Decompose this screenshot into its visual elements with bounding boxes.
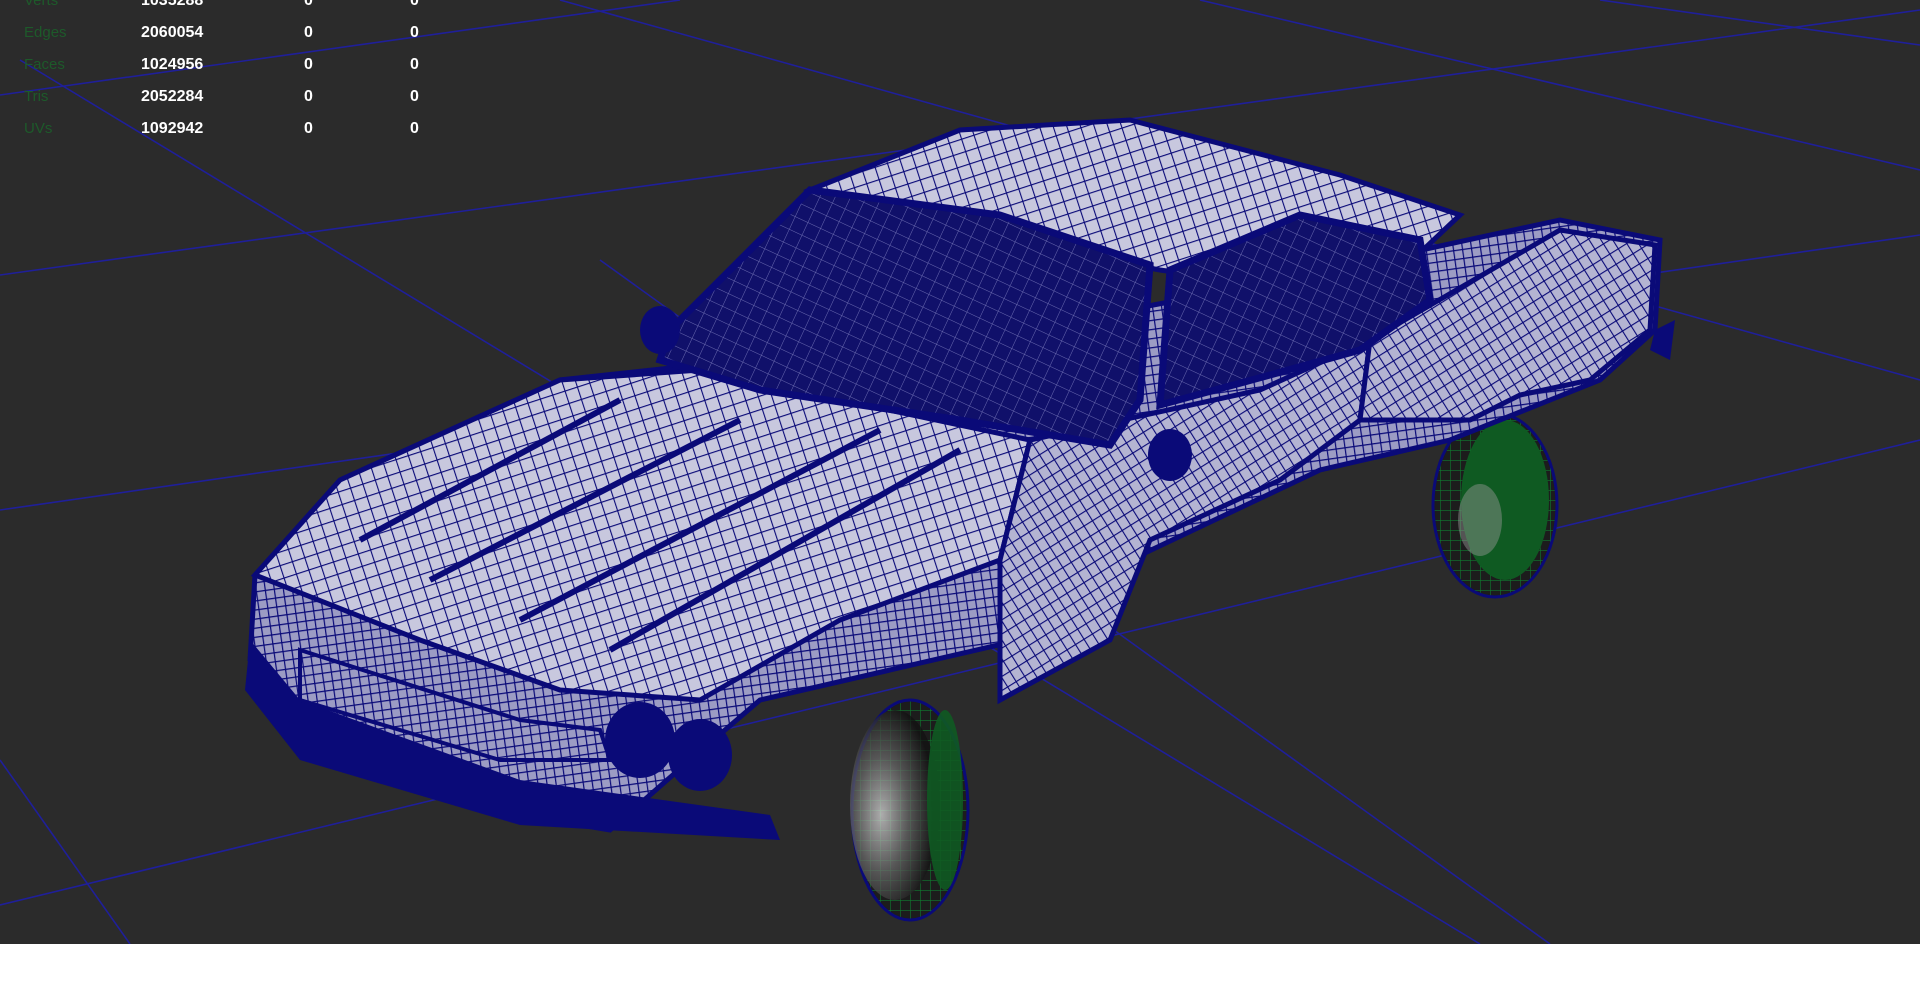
- bottom-strip: [0, 944, 1920, 987]
- hud-row-edges: Edges 2060054 0 0: [0, 24, 440, 44]
- hud-selected: 0: [304, 88, 313, 105]
- hud-selected: 0: [304, 0, 313, 9]
- hud-extra: 0: [410, 88, 419, 105]
- hud-row-faces: Faces 1024956 0 0: [0, 56, 440, 76]
- hud-selected: 0: [304, 56, 313, 73]
- hud-label: Verts: [24, 0, 59, 9]
- hud-row-tris: Tris 2052284 0 0: [0, 88, 440, 108]
- hud-extra: 0: [410, 120, 419, 137]
- hud-selected: 0: [304, 120, 313, 137]
- hud-extra: 0: [410, 24, 419, 41]
- hud-label: Tris: [24, 88, 49, 105]
- 3d-viewport[interactable]: Verts 1035288 0 0 Edges 2060054 0 0 Faces 1024956…: [0, 0, 1920, 944]
- front-wheel: [850, 698, 970, 922]
- hud-label: Faces: [24, 56, 65, 73]
- hud-label: UVs: [24, 120, 53, 137]
- hud-total: 2052284: [141, 88, 204, 105]
- hud-total: 1035288: [141, 0, 204, 9]
- hud-label: Edges: [24, 24, 67, 41]
- scene-canvas[interactable]: [0, 0, 1920, 944]
- hud-selected: 0: [304, 24, 313, 41]
- hud-total: 1024956: [141, 56, 204, 73]
- hud-row-verts: Verts 1035288 0 0: [0, 0, 440, 12]
- hud-extra: 0: [410, 56, 419, 73]
- hud-total: 1092942: [141, 120, 204, 137]
- hud-row-uvs: UVs 1092942 0 0: [0, 120, 440, 140]
- hud-total: 2060054: [141, 24, 204, 41]
- hud-extra: 0: [410, 0, 419, 9]
